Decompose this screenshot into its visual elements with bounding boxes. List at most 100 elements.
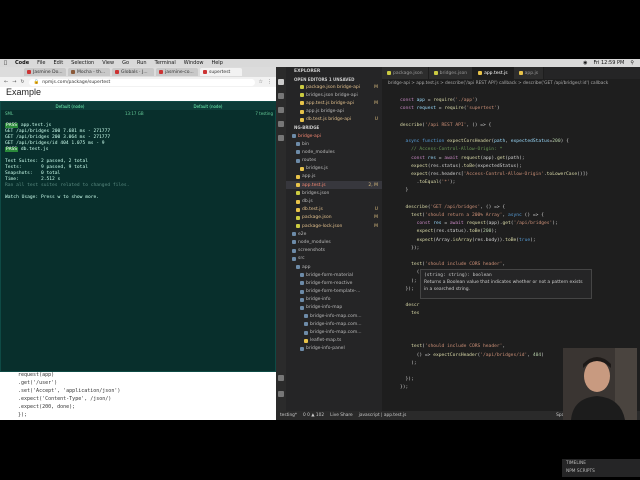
menubar-clock[interactable]: Fri 12:59 PM: [593, 60, 624, 66]
wifi-icon[interactable]: ◉: [583, 60, 587, 66]
folder-icon: [300, 273, 304, 278]
search-icon[interactable]: [278, 93, 284, 99]
editor-tab[interactable]: app.test.js: [473, 67, 514, 79]
hover-tooltip: (string: string): boolean Returns a Bool…: [420, 269, 592, 299]
reload-icon[interactable]: ↻: [20, 79, 24, 85]
browser-tab-active[interactable]: supertest: [200, 68, 242, 76]
browser-toolbar: ← → ↻ 🔒 npmjs.com/package/supertest ☆ ⋮: [0, 77, 276, 87]
file-tree-item[interactable]: e2e: [286, 230, 382, 238]
file-tree-item[interactable]: node_modules: [286, 148, 382, 156]
file-tree-item[interactable]: bridge-info-map: [286, 304, 382, 312]
menu-go[interactable]: Go: [118, 60, 133, 66]
editor-tab[interactable]: app.js: [513, 67, 545, 79]
browser-tab[interactable]: Mocha - th...: [68, 68, 110, 76]
file-tree-item[interactable]: bridge-info-panel: [286, 345, 382, 353]
file-tree-item[interactable]: app.test.js bridge-api M: [286, 99, 382, 107]
menu-selection[interactable]: Selection: [67, 60, 98, 66]
timeline-header[interactable]: TIMELINE: [562, 459, 640, 467]
file-tree-item[interactable]: bridge-info-map.com...: [286, 312, 382, 320]
menu-view[interactable]: View: [98, 60, 118, 66]
menu-file[interactable]: File: [33, 60, 49, 66]
breadcrumb[interactable]: bridge-api > app.test.js > describe('/ap…: [382, 79, 640, 87]
forward-icon[interactable]: →: [12, 79, 16, 85]
folder-icon: [300, 297, 304, 302]
file-tree-item[interactable]: routes: [286, 157, 382, 165]
file-tree-item[interactable]: app.js bridge-api: [286, 108, 382, 116]
file-icon: [296, 191, 300, 196]
file-icon: [296, 183, 300, 188]
file-tree-item[interactable]: screenshots: [286, 247, 382, 255]
code-line: .expect('Content-Type', /json/): [18, 396, 112, 402]
menu-edit[interactable]: Edit: [49, 60, 67, 66]
code-line: .expect(200, done);: [18, 404, 76, 410]
file-tree-item[interactable]: bridge-form-material: [286, 271, 382, 279]
pass-badge: PASS: [5, 147, 19, 152]
file-tree-item[interactable]: node_modules: [286, 238, 382, 246]
file-tree-item[interactable]: bridges.js: [286, 165, 382, 173]
terminal-tab[interactable]: Default (node): [1, 104, 139, 109]
folder-icon: [296, 265, 300, 270]
explorer-sidebar: EXPLORER OPEN EDITORS 1 UNSAVED package.…: [286, 67, 382, 420]
file-tree-item[interactable]: bin: [286, 140, 382, 148]
extensions-icon[interactable]: [278, 135, 284, 141]
folder-icon: [296, 158, 300, 163]
file-tree-item[interactable]: bridge-info-map.com...: [286, 328, 382, 336]
file-tree-item[interactable]: package.json M: [286, 214, 382, 222]
search-icon[interactable]: ⚲: [630, 60, 634, 66]
file-tree-item[interactable]: bridges.json bridge-api: [286, 91, 382, 99]
person-silhouette-icon: [563, 348, 637, 420]
file-tree-item[interactable]: leaflet-map.ts: [286, 337, 382, 345]
tooltip-description: Returns a Boolean value that indicates w…: [424, 280, 583, 292]
gear-icon[interactable]: [278, 391, 284, 397]
git-status-badge: M: [374, 100, 378, 106]
open-editors-header[interactable]: OPEN EDITORS 1 UNSAVED: [286, 75, 382, 83]
run-debug-icon[interactable]: [278, 121, 284, 127]
browser-tab[interactable]: Jasmine Do...: [24, 68, 66, 76]
files-icon[interactable]: [278, 79, 284, 85]
editor-tab[interactable]: package.json: [382, 67, 429, 79]
npm-scripts-header[interactable]: NPM SCRIPTS: [562, 467, 640, 475]
file-tree-item[interactable]: app.js: [286, 173, 382, 181]
menu-terminal[interactable]: Terminal: [151, 60, 180, 66]
menu-dots-icon[interactable]: ⋮: [267, 79, 272, 85]
source-control-icon[interactable]: [278, 107, 284, 113]
terminal-window[interactable]: Default (node) Default (node) SML 13:17 …: [0, 101, 277, 372]
menu-help[interactable]: Help: [207, 60, 226, 66]
file-tree-item[interactable]: src: [286, 255, 382, 263]
file-tree-item[interactable]: bridge-form-reactive: [286, 279, 382, 287]
browser-tab[interactable]: jasmine-co...: [156, 68, 198, 76]
git-status-badge: M: [374, 215, 378, 221]
apple-icon[interactable]: : [0, 60, 11, 66]
menu-app-name[interactable]: Code: [11, 60, 33, 66]
back-icon[interactable]: ←: [4, 79, 8, 85]
file-tree-item[interactable]: app: [286, 263, 382, 271]
menu-run[interactable]: Run: [133, 60, 151, 66]
browser-tab-strip: Jasmine Do... Mocha - th... Globals · J.…: [0, 67, 276, 77]
file-tree-item[interactable]: bridge-info: [286, 296, 382, 304]
file-status[interactable]: javascript | app.test.js: [359, 413, 407, 418]
tooltip-signature: (string: string): boolean: [424, 273, 492, 278]
terminal-tabs: Default (node) Default (node): [1, 102, 277, 110]
browser-tab[interactable]: Globals · J...: [112, 68, 154, 76]
workspace-header[interactable]: NG-BRIDGE: [286, 124, 382, 132]
file-icon: [304, 322, 308, 327]
live-share-status[interactable]: Live Share: [330, 413, 353, 418]
file-tree-item[interactable]: bridge-info-map.com...: [286, 320, 382, 328]
address-bar[interactable]: 🔒 npmjs.com/package/supertest: [28, 78, 255, 86]
menu-window[interactable]: Window: [180, 60, 208, 66]
problems-status[interactable]: 0 0 ▲ 102: [303, 413, 324, 418]
file-tree-item[interactable]: package.json bridge-api M: [286, 83, 382, 91]
file-tree-item[interactable]: db.test.js bridge-api U: [286, 116, 382, 124]
file-tree-item[interactable]: package-lock.json M: [286, 222, 382, 230]
git-branch-status[interactable]: testing*: [280, 413, 297, 418]
account-icon[interactable]: [278, 375, 284, 381]
editor-tab[interactable]: bridges.json: [428, 67, 474, 79]
file-tree-item[interactable]: bridges.json: [286, 189, 382, 197]
file-tree-item[interactable]: bridge-api: [286, 132, 382, 140]
file-tree-item[interactable]: app.test.js 2, M: [286, 181, 382, 190]
star-icon[interactable]: ☆: [259, 79, 263, 85]
file-tree-item[interactable]: db.test.js U: [286, 206, 382, 214]
file-tree-item[interactable]: db.js: [286, 197, 382, 205]
terminal-tab[interactable]: Default (node): [139, 104, 277, 109]
file-tree-item[interactable]: bridge-form-template-...: [286, 288, 382, 296]
